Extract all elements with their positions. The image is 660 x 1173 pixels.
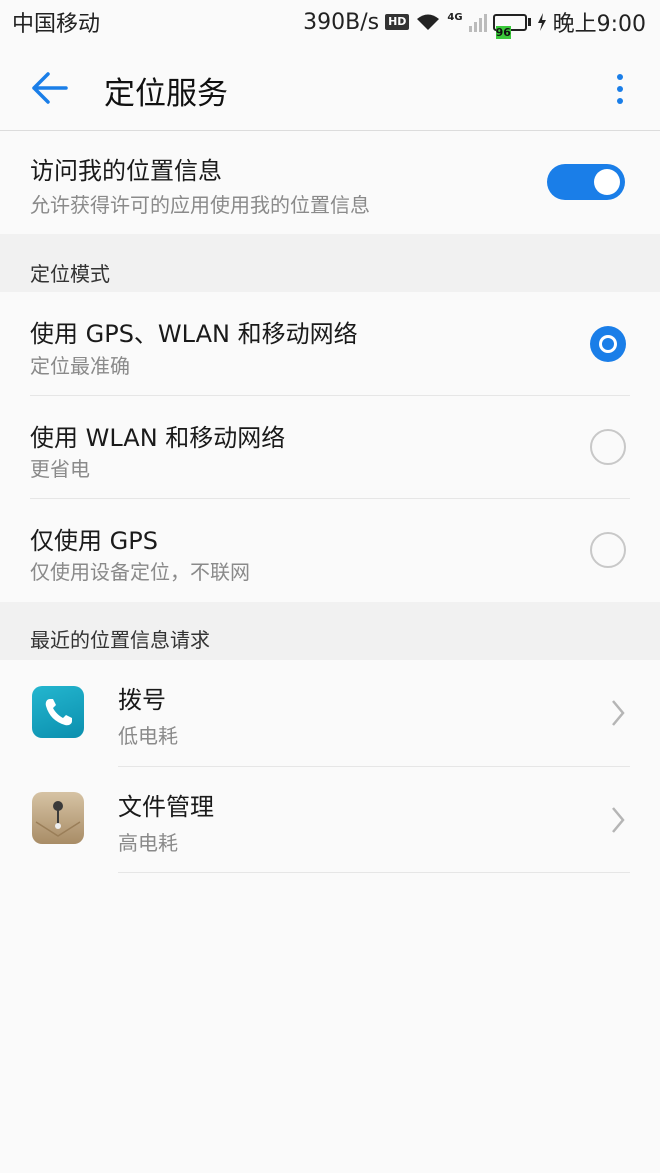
chevron-right-icon xyxy=(612,807,625,833)
hd-badge: HD xyxy=(385,14,410,30)
recent-section-title: 最近的位置信息请求 xyxy=(30,628,210,652)
recent-app-name: 拨号 xyxy=(118,686,166,714)
clock: 晚上9:00 xyxy=(552,12,646,37)
mode-option-gps-wlan-mobile[interactable]: 使用 GPS、WLAN 和移动网络 定位最准确 xyxy=(0,292,660,395)
phone-icon xyxy=(32,686,84,738)
divider xyxy=(118,872,630,873)
charging-icon xyxy=(537,13,546,31)
network-speed: 390B/s xyxy=(303,9,380,35)
mode-option-title: 使用 WLAN 和移动网络 xyxy=(30,424,286,452)
mode-section-title: 定位模式 xyxy=(30,262,110,286)
mode-option-subtitle: 定位最准确 xyxy=(30,354,130,378)
recent-app-usage: 高电耗 xyxy=(118,831,178,855)
mode-option-title: 使用 GPS、WLAN 和移动网络 xyxy=(30,320,358,348)
app-bar: 定位服务 xyxy=(0,44,660,131)
mode-radio-gps-only[interactable] xyxy=(590,532,626,568)
battery-icon: 96 xyxy=(492,13,531,39)
recent-app-name: 文件管理 xyxy=(118,793,214,821)
location-access-subtitle: 允许获得许可的应用使用我的位置信息 xyxy=(30,193,370,217)
recent-app-usage: 低电耗 xyxy=(118,724,178,748)
toggle-knob xyxy=(594,169,620,195)
mode-radio-gps-wlan-mobile[interactable] xyxy=(590,326,626,362)
battery-level: 96 xyxy=(495,25,511,39)
mode-section-header: 定位模式 xyxy=(0,234,660,292)
mode-option-subtitle: 更省电 xyxy=(30,457,90,481)
status-bar: 中国移动 390B/s HD 4G 96 晚上9:00 xyxy=(0,0,660,44)
file-manager-icon xyxy=(32,792,84,844)
more-vert-icon xyxy=(600,66,640,104)
recent-app-row[interactable]: 拨号 低电耗 xyxy=(0,660,660,766)
back-arrow-icon xyxy=(32,72,68,104)
wifi-icon xyxy=(417,14,440,30)
location-access-title: 访问我的位置信息 xyxy=(30,157,222,185)
mode-option-wlan-mobile[interactable]: 使用 WLAN 和移动网络 更省电 xyxy=(0,396,660,498)
network-type: 4G xyxy=(447,12,463,23)
recent-app-row[interactable]: 文件管理 高电耗 xyxy=(0,767,660,873)
signal-icon xyxy=(468,14,487,32)
status-icons: 390B/s HD 4G 96 晚上9:00 xyxy=(303,6,646,39)
mode-radio-wlan-mobile[interactable] xyxy=(590,429,626,465)
mode-option-subtitle: 仅使用设备定位，不联网 xyxy=(30,560,250,584)
mode-option-title: 仅使用 GPS xyxy=(30,527,158,555)
chevron-right-icon xyxy=(612,700,625,726)
page-title: 定位服务 xyxy=(104,76,228,112)
recent-section-header: 最近的位置信息请求 xyxy=(0,602,660,660)
location-access-toggle[interactable] xyxy=(547,164,625,200)
mode-option-gps-only[interactable]: 仅使用 GPS 仅使用设备定位，不联网 xyxy=(0,499,660,602)
carrier-label: 中国移动 xyxy=(12,12,101,37)
more-options-button[interactable] xyxy=(600,66,640,110)
back-button[interactable] xyxy=(24,66,74,110)
